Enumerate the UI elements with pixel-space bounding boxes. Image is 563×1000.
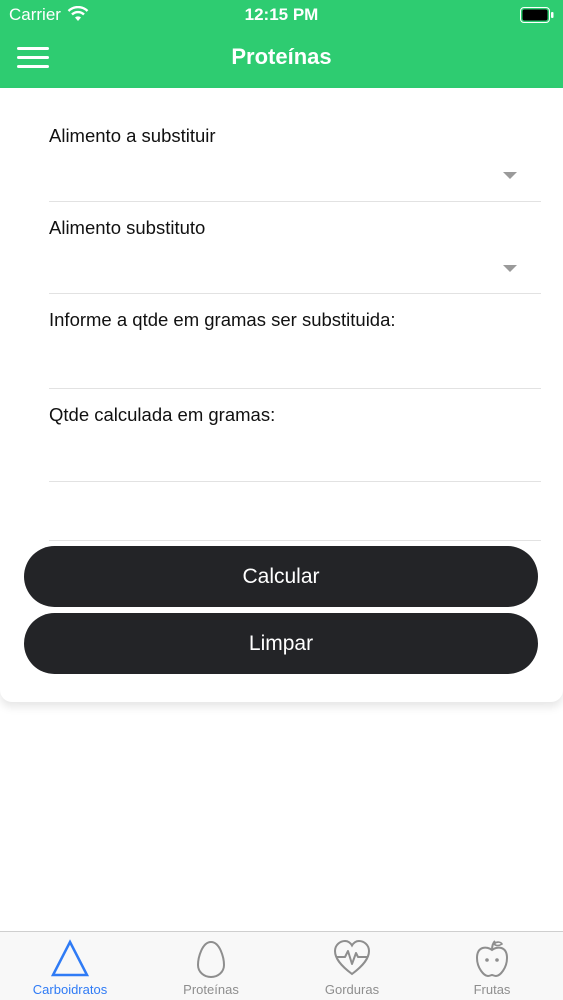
status-bar: Carrier 12:15 PM — [0, 0, 563, 30]
form-card: Alimento a substituir Alimento substitut… — [0, 88, 563, 702]
apple-icon — [475, 940, 509, 978]
tab-label: Gorduras — [324, 982, 380, 997]
field-divider — [49, 540, 541, 541]
app-header: Carrier 12:15 PM Proteínas — [0, 0, 563, 88]
tab-carboidratos[interactable]: Carboidratos — [0, 932, 140, 1000]
bottom-tab-bar: Carboidratos Proteínas Gorduras Frutas — [0, 931, 563, 1000]
field-divider — [49, 293, 541, 294]
grams-result-field[interactable] — [49, 434, 541, 478]
clock-time: 12:15 PM — [244, 5, 319, 24]
field-divider — [49, 481, 541, 482]
grams-input-field[interactable] — [49, 341, 541, 385]
tab-label: Carboidratos — [32, 982, 108, 997]
tab-gorduras[interactable]: Gorduras — [282, 932, 422, 1000]
food-to-replace-dropdown[interactable] — [49, 151, 541, 201]
heart-pulse-icon — [333, 939, 371, 976]
grams-result-label: Qtde calculada em gramas: — [49, 404, 276, 425]
replacement-food-dropdown[interactable] — [49, 243, 541, 293]
calculate-button[interactable]: Calcular — [24, 546, 538, 607]
triangle-icon — [50, 939, 90, 977]
tab-label: Frutas — [473, 982, 511, 997]
battery-icon — [520, 7, 554, 23]
field-divider — [49, 388, 541, 389]
dropdown-arrow-icon — [503, 172, 517, 179]
clear-button[interactable]: Limpar — [24, 613, 538, 674]
tab-frutas[interactable]: Frutas — [422, 932, 562, 1000]
tab-proteinas[interactable]: Proteínas — [141, 932, 281, 1000]
egg-icon — [196, 940, 226, 978]
field-divider — [49, 201, 541, 202]
dropdown-arrow-icon — [503, 265, 517, 272]
page-title: Proteínas — [231, 44, 332, 69]
grams-input-label: Informe a qtde em gramas ser substituida… — [49, 309, 396, 330]
replacement-food-label: Alimento substituto — [49, 217, 206, 238]
tab-label: Proteínas — [183, 982, 239, 997]
food-to-replace-label: Alimento a substituir — [49, 125, 216, 146]
